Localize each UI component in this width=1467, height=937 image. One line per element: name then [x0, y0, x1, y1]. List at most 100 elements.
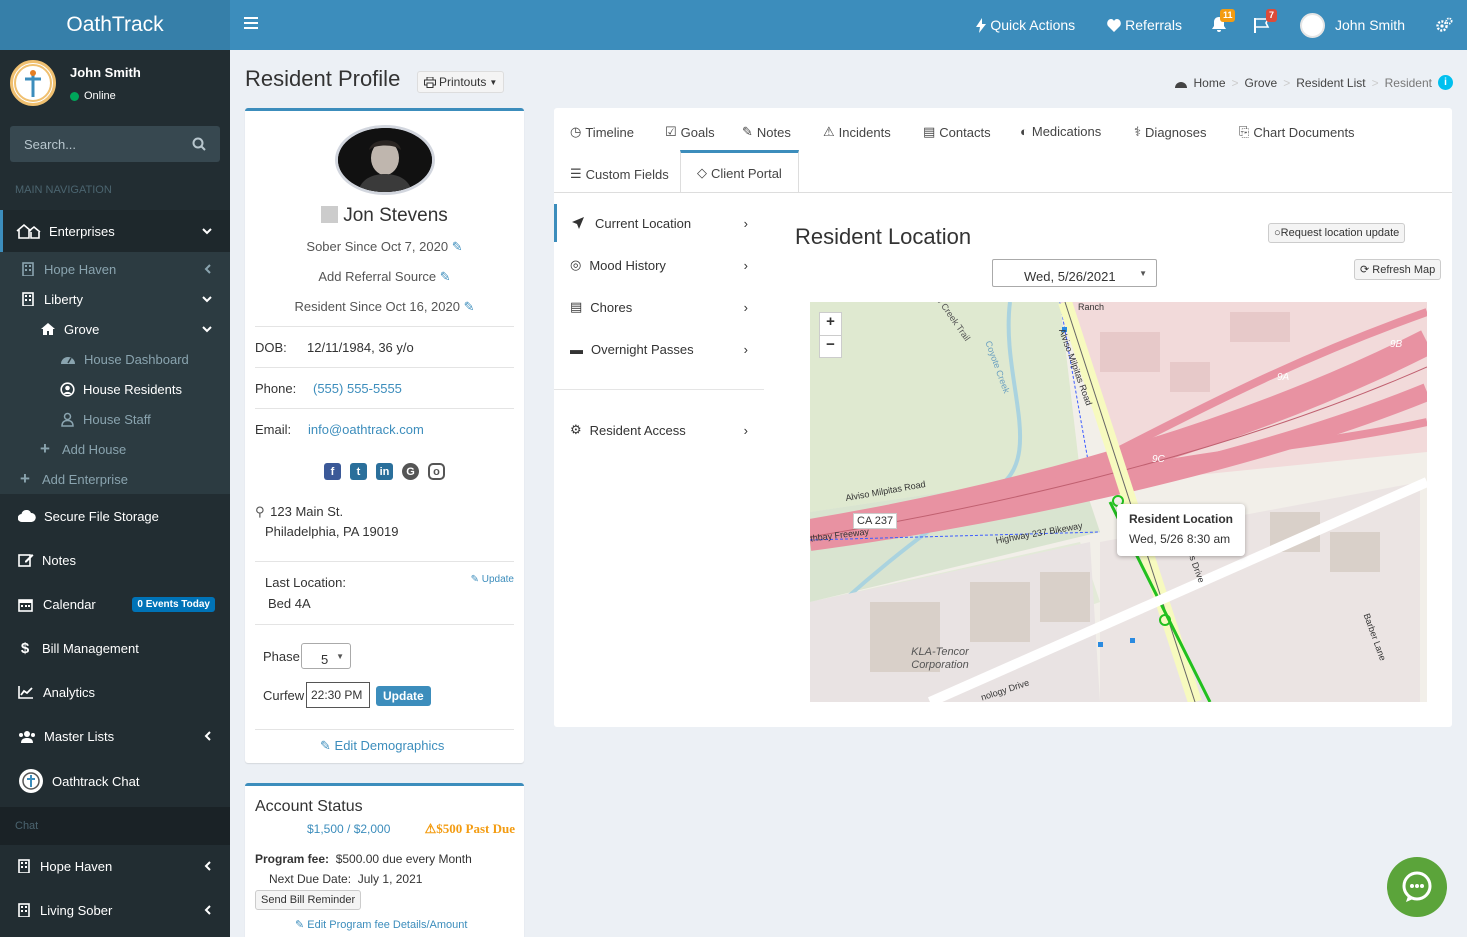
- sidebar-item-house-dashboard[interactable]: House Dashboard: [0, 344, 230, 374]
- chevron-down-icon: [202, 292, 212, 307]
- printouts-dropdown[interactable]: Printouts ▼: [417, 71, 505, 93]
- sidebar-item-oathtrack-chat[interactable]: Oathtrack Chat: [0, 758, 230, 804]
- tab-medications[interactable]: ◐ Medications: [1020, 124, 1101, 139]
- portal-nav-current-location[interactable]: Current Location ›: [554, 204, 764, 242]
- chevron-left-icon: [204, 859, 212, 874]
- profile-photo: [335, 125, 435, 195]
- chat-item-hope-haven[interactable]: Hope Haven: [0, 844, 230, 888]
- curfew-input[interactable]: 22:30 PM: [306, 682, 370, 708]
- edit-icon[interactable]: ✎: [452, 239, 463, 254]
- edit-icon[interactable]: ✎: [440, 269, 451, 284]
- refresh-map-button[interactable]: ⟳ Refresh Map: [1354, 259, 1442, 280]
- send-bill-reminder-button[interactable]: Send Bill Reminder: [255, 890, 362, 910]
- facebook-icon[interactable]: f: [324, 463, 341, 480]
- zoom-out-button[interactable]: −: [820, 335, 841, 357]
- phone-link[interactable]: (555) 555-5555: [313, 381, 402, 396]
- map-tiles: [810, 302, 1427, 702]
- portal-nav-overnight-passes[interactable]: ▬ Overnight Passes ›: [554, 330, 764, 368]
- tab-custom-fields[interactable]: ☰ Custom Fields: [570, 166, 669, 182]
- sidebar-item-master-lists[interactable]: Master Lists: [0, 714, 230, 758]
- edit-demographics-link[interactable]: ✎ Edit Demographics: [320, 738, 444, 754]
- next-due-date: Next Due Date: July 1, 2021: [269, 872, 423, 886]
- flags-button[interactable]: 7: [1240, 0, 1284, 50]
- chevron-right-icon: ›: [743, 257, 748, 273]
- dashboard-icon: [1174, 81, 1187, 88]
- tab-notes[interactable]: ✎ Notes: [742, 124, 791, 140]
- sidebar-item-hope-haven[interactable]: Hope Haven: [0, 254, 230, 284]
- chat-widget-button[interactable]: [1387, 857, 1447, 917]
- breadcrumb-resident-list[interactable]: Resident List: [1296, 76, 1365, 90]
- chat-item-living-sober[interactable]: Living Sober: [0, 888, 230, 932]
- sidebar-item-grove[interactable]: Grove: [0, 314, 230, 344]
- referrals-button[interactable]: Referrals: [1091, 0, 1198, 50]
- map-label-9c: 9C: [1152, 454, 1165, 465]
- settings-button[interactable]: [1421, 0, 1467, 50]
- sidebar-item-enterprises[interactable]: Enterprises: [0, 210, 230, 252]
- chevron-right-icon: ›: [743, 299, 748, 315]
- podcast-icon: ◎: [570, 257, 582, 272]
- quick-actions-button[interactable]: Quick Actions: [960, 0, 1091, 50]
- bolt-icon: [976, 17, 987, 33]
- tab-goals[interactable]: ☑ Goals: [665, 124, 715, 140]
- instagram-icon[interactable]: o: [428, 463, 445, 480]
- houses-icon: [16, 223, 41, 239]
- edit-program-fee-link[interactable]: ✎ Edit Program fee Details/Amount: [295, 918, 467, 931]
- breadcrumb-grove[interactable]: Grove: [1245, 76, 1278, 90]
- email-link[interactable]: info@oathtrack.com: [308, 422, 424, 437]
- sidebar-item-add-enterprise[interactable]: + Add Enterprise: [0, 464, 230, 494]
- sidebar-item-liberty[interactable]: Liberty: [0, 284, 230, 314]
- tab-timeline[interactable]: ◷ Timeline: [570, 124, 634, 140]
- sidebar-item-notes[interactable]: Notes: [0, 538, 230, 582]
- phase-select[interactable]: 5 ▼: [301, 643, 351, 669]
- chevron-left-icon: [204, 903, 212, 918]
- location-marker-popup[interactable]: Resident Location Wed, 5/26 8:30 am: [1117, 504, 1246, 556]
- notifications-button[interactable]: 11: [1198, 0, 1240, 50]
- tab-incidents[interactable]: ⚠ Incidents: [823, 124, 891, 140]
- sidebar-search-input[interactable]: Search...: [10, 126, 220, 162]
- select-checkbox[interactable]: [321, 206, 339, 223]
- info-icon[interactable]: i: [1438, 75, 1453, 90]
- sidebar-item-add-house[interactable]: + Add House: [0, 434, 230, 464]
- portal-nav-chores[interactable]: ▤ Chores ›: [554, 288, 764, 326]
- menu-toggle-icon[interactable]: [244, 16, 258, 33]
- edit-icon[interactable]: ✎: [464, 299, 475, 314]
- user-panel: John Smith Online: [0, 50, 230, 118]
- clipboard-icon: ▤: [570, 299, 583, 314]
- request-location-update-button[interactable]: ○Request location update: [1268, 223, 1406, 243]
- last-location-label: Last Location:: [265, 575, 346, 590]
- update-location-link[interactable]: ✎ Update: [471, 574, 514, 585]
- brand-logo[interactable]: OathTrack: [0, 0, 230, 50]
- user-icon: [61, 412, 74, 427]
- sidebar-item-house-residents[interactable]: House Residents: [0, 374, 230, 404]
- sidebar-item-house-staff[interactable]: House Staff: [0, 404, 230, 434]
- portal-nav-mood-history[interactable]: ◎ Mood History ›: [554, 246, 764, 284]
- location-date-select[interactable]: Wed, 5/26/2021 ▼: [992, 259, 1157, 287]
- tab-contacts[interactable]: ▤ Contacts: [923, 124, 991, 140]
- sidebar-item-calendar[interactable]: Calendar 0 Events Today: [0, 582, 230, 626]
- line-chart-icon: [18, 685, 33, 699]
- tab-client-portal[interactable]: ◇ Client Portal: [680, 150, 799, 193]
- sidebar-item-bill-management[interactable]: $ Bill Management: [0, 626, 230, 670]
- user-avatar: [1299, 12, 1325, 38]
- breadcrumb-home[interactable]: Home: [1194, 76, 1226, 90]
- chevron-right-icon: ›: [743, 341, 748, 357]
- portal-nav-resident-access[interactable]: ⚙ Resident Access ›: [554, 411, 764, 449]
- chat-bubble-icon: [1402, 871, 1432, 902]
- sidebar-item-analytics[interactable]: Analytics: [0, 670, 230, 714]
- resident-name: Jon Stevens: [245, 205, 524, 227]
- zoom-in-button[interactable]: +: [820, 313, 841, 335]
- curfew-update-button[interactable]: Update: [376, 686, 431, 706]
- twitter-icon[interactable]: t: [350, 463, 367, 480]
- google-plus-icon[interactable]: G: [402, 463, 419, 480]
- tab-chart-documents[interactable]: ⎘ Chart Documents: [1239, 124, 1355, 140]
- tab-diagnoses[interactable]: ⚕ Diagnoses: [1134, 124, 1206, 140]
- warning-icon: ⚠: [823, 124, 835, 139]
- sidebar-item-secure-file-storage[interactable]: Secure File Storage: [0, 494, 230, 538]
- user-menu[interactable]: John Smith: [1284, 0, 1421, 50]
- profile-card: Jon Stevens Sober Since Oct 7, 2020 ✎ Ad…: [245, 108, 524, 763]
- linkedin-icon[interactable]: in: [376, 463, 393, 480]
- phone-row: Phone: (555) 555-5555: [255, 381, 402, 396]
- search-icon[interactable]: [192, 137, 206, 151]
- dashboard-icon: [61, 357, 75, 364]
- location-map[interactable]: + − Alviso Milpitas Road Alviso Milpitas…: [810, 302, 1427, 702]
